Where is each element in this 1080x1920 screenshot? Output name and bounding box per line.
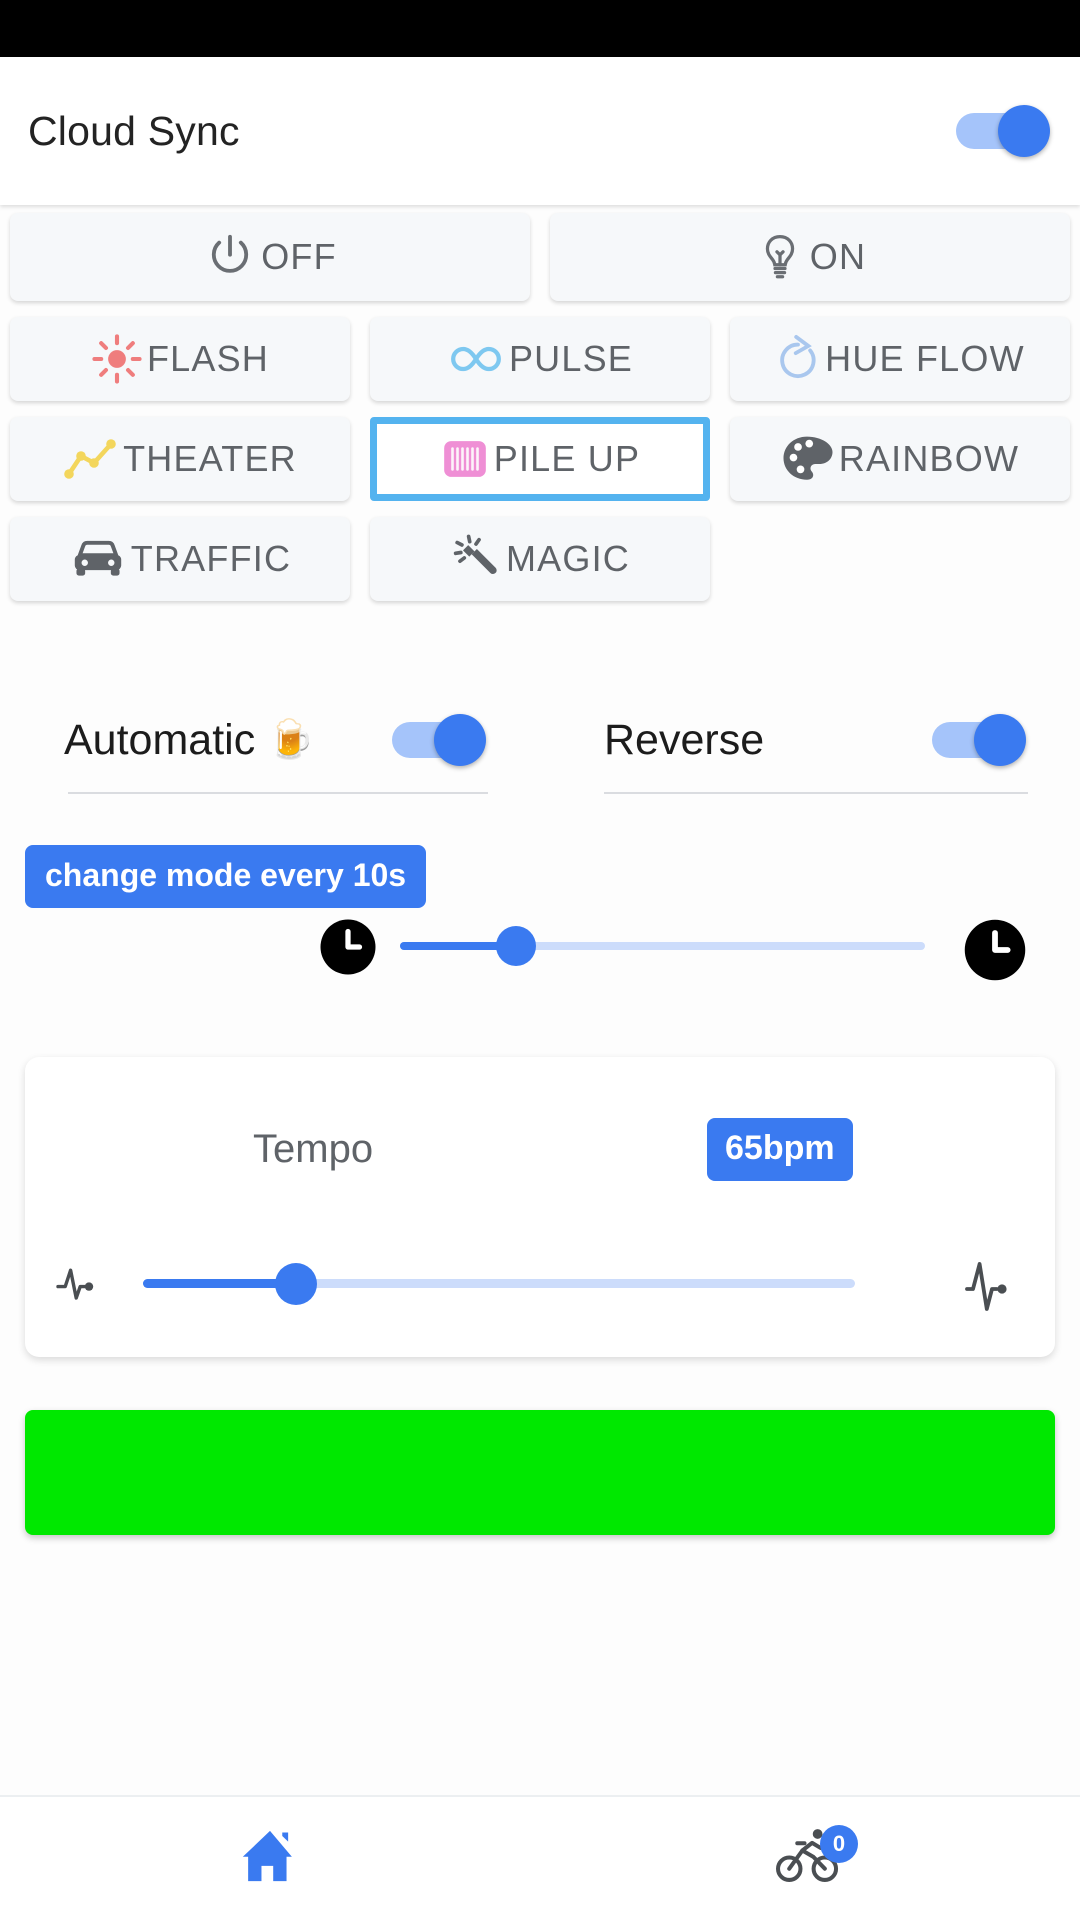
slider-fill <box>143 1279 297 1288</box>
mode-label: FLASH <box>146 338 270 379</box>
car-icon <box>69 535 127 583</box>
mode-button-pulse[interactable]: PULSE <box>369 317 710 401</box>
tempo-card: Tempo 65bpm <box>25 1057 1055 1357</box>
barcode-icon <box>440 434 490 484</box>
divider <box>68 792 488 794</box>
refresh-rotate-icon <box>775 332 821 386</box>
interval-bubble: change mode every 10s <box>25 845 427 908</box>
color-preview-bar[interactable] <box>25 1410 1055 1535</box>
mode-button-theater[interactable]: THEATER <box>10 417 350 501</box>
mode-grid: OFF ON FLASH PULSE HUE FLOW THEATER PILE… <box>0 205 1080 609</box>
interval-slider-section: change mode every 10s <box>0 845 1080 981</box>
mode-button-hue-flow[interactable]: HUE FLOW <box>729 317 1070 401</box>
bottom-navigation: 0 <box>0 1795 1080 1920</box>
palette-icon <box>781 434 835 484</box>
nav-item-home[interactable] <box>0 1797 540 1920</box>
home-icon <box>238 1824 302 1893</box>
power-icon <box>203 230 257 284</box>
options-row: Automatic 🍺 Reverse <box>0 692 1080 794</box>
slider-thumb[interactable] <box>495 926 536 966</box>
mode-row-power: OFF ON <box>0 205 1080 309</box>
magic-wand-icon <box>450 533 502 585</box>
slider-thumb[interactable] <box>275 1262 318 1305</box>
clock-icon <box>962 917 1028 988</box>
mode-button-rainbow[interactable]: RAINBOW <box>729 417 1070 501</box>
mode-row-effects-1: FLASH PULSE HUE FLOW <box>0 309 1080 409</box>
heartbeat-slow-icon <box>55 1259 111 1312</box>
nav-badge-count: 0 <box>820 1825 858 1863</box>
mode-label: ON <box>809 236 867 277</box>
mode-label: PULSE <box>508 338 633 379</box>
mode-label: MAGIC <box>505 538 630 579</box>
option-automatic: Automatic 🍺 <box>0 692 540 794</box>
mode-label: OFF <box>261 236 337 277</box>
reverse-toggle[interactable] <box>932 714 1028 766</box>
option-label-automatic: Automatic <box>64 715 256 764</box>
sun-flash-icon <box>91 333 143 385</box>
infinity-icon <box>447 335 505 383</box>
nav-item-bicycle[interactable]: 0 <box>540 1797 1080 1920</box>
page-title: Cloud Sync <box>28 107 240 154</box>
clock-icon <box>318 917 378 982</box>
mode-label: THEATER <box>123 438 297 479</box>
interval-slider[interactable] <box>400 926 925 966</box>
mode-label: HUE FLOW <box>825 338 1025 379</box>
tempo-value-badge: 65bpm <box>707 1117 853 1181</box>
mode-label: TRAFFIC <box>130 538 292 579</box>
toggle-thumb <box>998 105 1050 157</box>
mode-button-traffic[interactable]: TRAFFIC <box>10 517 350 601</box>
mode-button-flash[interactable]: FLASH <box>10 317 350 401</box>
toggle-thumb <box>974 714 1026 766</box>
toggle-thumb <box>434 714 486 766</box>
line-chart-icon <box>63 436 119 482</box>
automatic-toggle[interactable] <box>392 714 488 766</box>
mode-button-magic[interactable]: MAGIC <box>369 517 710 601</box>
option-label-reverse: Reverse <box>604 715 765 764</box>
app-bar: Cloud Sync <box>0 57 1080 205</box>
heartbeat-fast-icon <box>963 1259 1025 1320</box>
status-bar <box>0 0 1080 57</box>
mode-label: RAINBOW <box>838 438 1020 479</box>
divider <box>604 792 1028 794</box>
tempo-slider-row <box>25 1249 1055 1319</box>
beer-mug-icon: 🍺 <box>267 719 315 761</box>
mode-row-effects-3: TRAFFIC MAGIC <box>0 509 1080 609</box>
cloud-sync-toggle[interactable] <box>956 105 1052 157</box>
tempo-label: Tempo <box>253 1126 374 1171</box>
tempo-slider[interactable] <box>143 1262 855 1305</box>
mode-button-on[interactable]: ON <box>550 213 1070 301</box>
app-screen: Cloud Sync OFF ON FLASH PULSE HUE FLOW T… <box>0 0 1080 1920</box>
lightbulb-icon <box>754 230 806 284</box>
mode-row-effects-2: THEATER PILE UP RAINBOW <box>0 409 1080 509</box>
mode-button-pile-up[interactable]: PILE UP <box>369 417 710 501</box>
option-reverse: Reverse <box>540 692 1080 794</box>
mode-button-off[interactable]: OFF <box>10 213 530 301</box>
mode-label: PILE UP <box>493 438 641 479</box>
